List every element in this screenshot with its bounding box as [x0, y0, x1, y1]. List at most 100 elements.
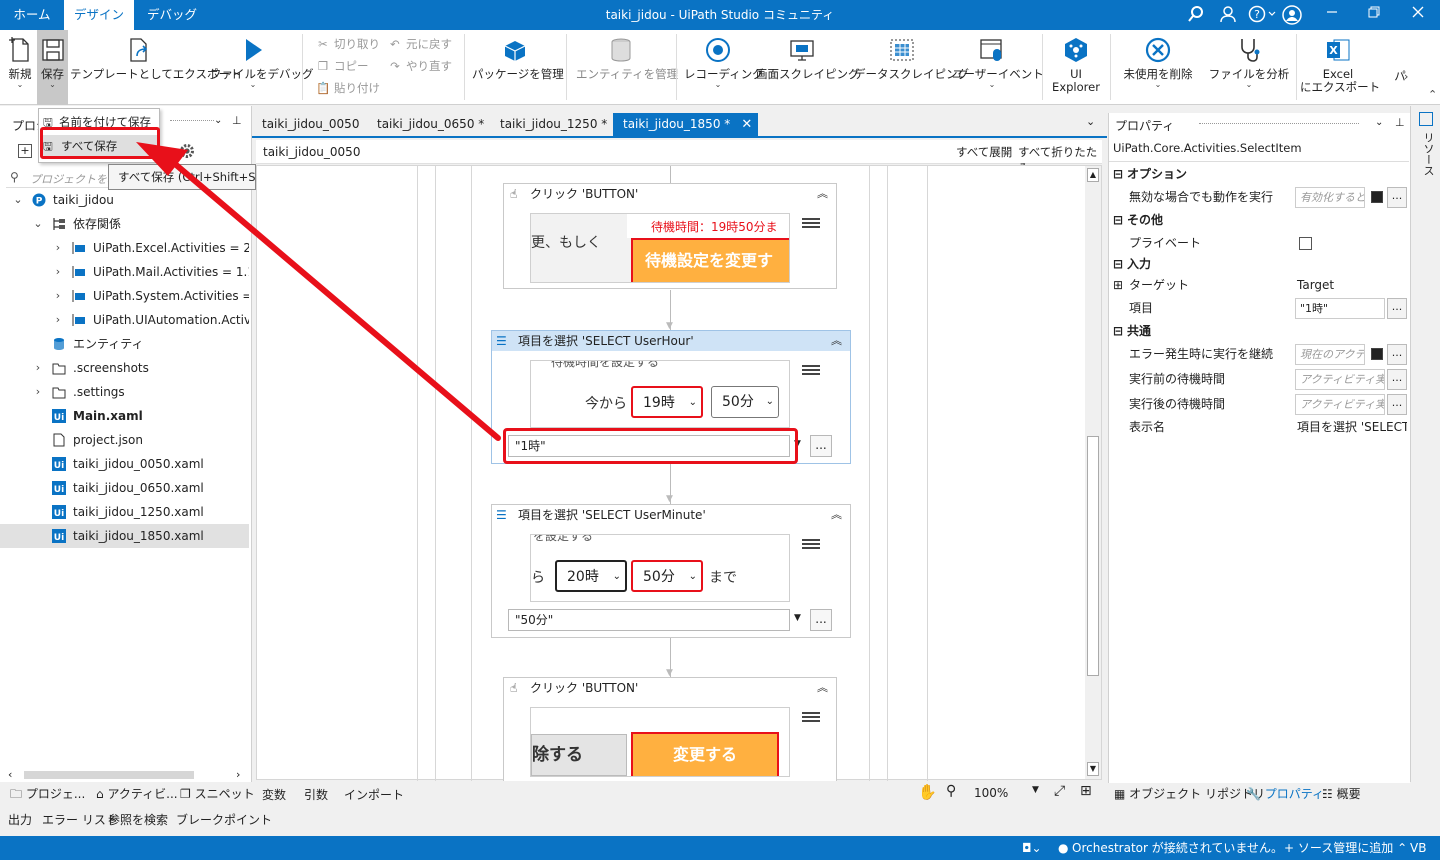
- tab-snippets[interactable]: ❐ スニペット: [180, 784, 255, 804]
- tree-item-folder[interactable]: › .screenshots: [0, 356, 249, 380]
- scroll-right-icon[interactable]: ›: [236, 768, 240, 781]
- ribbon-collapse-icon[interactable]: ⌃: [1428, 88, 1437, 101]
- tab-breakpoints[interactable]: ブレークポイント: [176, 810, 272, 830]
- chevron-right-icon[interactable]: ›: [32, 380, 44, 404]
- close-icon[interactable]: [1408, 5, 1428, 25]
- collapse-box-icon[interactable]: ⊟: [1113, 209, 1123, 232]
- tab-object-repository[interactable]: ▦ オブジェクト リポジトリ: [1114, 784, 1265, 804]
- doc-tab-0650[interactable]: taiki_jidou_0650 *: [367, 113, 494, 136]
- tab-debug[interactable]: デバッグ: [138, 0, 206, 30]
- tree-item-folder[interactable]: › .settings: [0, 380, 249, 404]
- copy-button[interactable]: ❐ コピー: [316, 57, 369, 75]
- collapse-icon[interactable]: ︽: [817, 184, 828, 204]
- tree-item-project[interactable]: ⌄ P taiki_jidou: [0, 188, 249, 212]
- scroll-up-icon[interactable]: ▲: [1087, 168, 1099, 182]
- prop-delay-before-input[interactable]: アクティビティ実行: [1295, 369, 1385, 390]
- more-ribbon-button[interactable]: パ: [1388, 30, 1412, 105]
- prop-continue-invalid-input[interactable]: 有効化すると: [1295, 187, 1365, 208]
- tab-activities[interactable]: ⌂ アクティビ...: [96, 784, 178, 804]
- collapse-icon[interactable]: ︽: [817, 678, 828, 698]
- zoom-level[interactable]: 100%: [974, 786, 1008, 800]
- menu-icon[interactable]: [802, 216, 820, 230]
- breadcrumb[interactable]: taiki_jidou_0050: [263, 145, 360, 159]
- scroll-left-icon[interactable]: ‹: [8, 768, 12, 781]
- bool-square-icon[interactable]: [1371, 348, 1383, 360]
- tree-item-xaml-file[interactable]: Ui taiki_jidou_1250.xaml: [0, 500, 249, 524]
- data-scraping-button[interactable]: データスクレイピング: [854, 30, 969, 105]
- arguments-tab[interactable]: 引数: [304, 786, 328, 803]
- analyze-file-button[interactable]: ファイルを分析 ⌄: [1208, 30, 1290, 105]
- tree-item-dependency[interactable]: › UiPath.Excel.Activities = 2.10.4: [0, 236, 249, 260]
- tab-home[interactable]: ホーム: [0, 0, 64, 30]
- chevron-right-icon[interactable]: ›: [52, 236, 64, 260]
- menu-icon[interactable]: [802, 710, 820, 724]
- dropdown-arrow-icon[interactable]: ▼: [794, 613, 801, 623]
- browse-button[interactable]: ...: [810, 609, 832, 631]
- chevron-right-icon[interactable]: ›: [52, 284, 64, 308]
- horizontal-scrollbar[interactable]: [24, 771, 194, 779]
- cut-button[interactable]: ✂ 切り取り: [316, 35, 380, 53]
- activity-click-button-2[interactable]: ☝ クリック 'BUTTON' ︽ 除する 変更する: [503, 677, 837, 781]
- expand-all-icon[interactable]: +: [18, 144, 32, 158]
- section-options[interactable]: ⊟ オプション: [1109, 163, 1409, 186]
- debug-file-button[interactable]: ファイルをデバッグ ⌄: [210, 30, 314, 105]
- chevron-down-icon[interactable]: ⌄: [12, 188, 24, 212]
- recording-button[interactable]: レコーディング ⌄: [684, 30, 764, 105]
- ribbon-scroll-right-icon[interactable]: ›: [1404, 70, 1408, 83]
- tree-item-entities[interactable]: エンティティ: [0, 332, 249, 356]
- zoom-icon[interactable]: ⚲: [946, 783, 956, 799]
- tree-item-xaml-file[interactable]: Ui taiki_jidou_0650.xaml: [0, 476, 249, 500]
- user-events-button[interactable]: ユーザーイベント ⌄: [952, 30, 1044, 105]
- excel-export-button[interactable]: X Excel にエクスポート: [1300, 30, 1380, 105]
- tree-item-dependencies[interactable]: ⌄ 依存関係: [0, 212, 249, 236]
- tree-item-dependency[interactable]: › UiPath.System.Activities = 21.4: [0, 284, 249, 308]
- tab-find-references[interactable]: 参照を検索: [108, 810, 168, 830]
- add-source-control[interactable]: + ソース管理に追加 ⌃: [1284, 836, 1407, 860]
- tree-item-dependency[interactable]: › UiPath.Mail.Activities = 1.10.4: [0, 260, 249, 284]
- collapse-icon[interactable]: ︽: [831, 505, 842, 525]
- imports-tab[interactable]: インポート: [344, 786, 404, 803]
- resources-icon[interactable]: [1419, 112, 1433, 126]
- menu-icon[interactable]: [802, 537, 820, 551]
- designer-canvas[interactable]: ☝ クリック 'BUTTON' ︽ 待機時間：19時50分ま 更、もしく 待機設…: [256, 165, 1102, 781]
- collapse-icon[interactable]: ︽: [831, 331, 842, 351]
- prop-delay-after-input[interactable]: アクティビティ実行: [1295, 394, 1385, 415]
- doc-tab-1850[interactable]: taiki_jidou_1850 * ✕: [613, 113, 759, 136]
- menu-icon[interactable]: [802, 363, 820, 377]
- pin-icon[interactable]: ⊥: [232, 114, 242, 127]
- notification-icon[interactable]: ◘⌄: [1022, 836, 1042, 860]
- chevron-right-icon[interactable]: ›: [52, 308, 64, 332]
- tabs-dropdown-icon[interactable]: ⌄: [1086, 115, 1095, 128]
- panel-menu-icon[interactable]: ⌄: [1375, 117, 1383, 128]
- tree-item-dependency[interactable]: › UiPath.UIAutomation.Activities: [0, 308, 249, 332]
- fit-screen-icon[interactable]: ⤢: [1054, 783, 1065, 799]
- remove-unused-button[interactable]: 未使用を削除 ⌄: [1118, 30, 1198, 105]
- new-button[interactable]: 新規 ⌄: [4, 30, 36, 105]
- browse-button[interactable]: ...: [1387, 394, 1407, 415]
- tab-design[interactable]: デザイン: [64, 0, 134, 30]
- restore-icon[interactable]: [1364, 5, 1384, 25]
- tree-item-main-xaml[interactable]: Ui Main.xaml: [0, 404, 249, 428]
- orchestrator-status[interactable]: Orchestrator が接続されていません。: [1072, 836, 1283, 860]
- expand-all-link[interactable]: すべて展開: [956, 144, 1012, 160]
- bool-square-icon[interactable]: [1371, 191, 1383, 203]
- browse-button[interactable]: ...: [1387, 298, 1407, 319]
- manage-entities-button[interactable]: エンティティを管理: [576, 30, 678, 105]
- browse-button[interactable]: ...: [810, 435, 832, 457]
- browse-button[interactable]: ...: [1387, 187, 1407, 208]
- private-checkbox[interactable]: [1299, 237, 1312, 250]
- browse-button[interactable]: ...: [1387, 344, 1407, 365]
- help-icon[interactable]: ?: [1248, 5, 1276, 25]
- section-common[interactable]: ⊟ 共通: [1109, 320, 1409, 343]
- settings-gear-icon[interactable]: [178, 142, 196, 163]
- export-template-button[interactable]: テンプレートとしてエクスポート: [70, 30, 241, 105]
- doc-tab-1250[interactable]: taiki_jidou_1250 *: [490, 113, 617, 136]
- section-input[interactable]: ⊟ 入力: [1109, 253, 1409, 276]
- redo-button[interactable]: ↷ やり直す: [388, 57, 452, 75]
- pin-icon[interactable]: ⊥: [1395, 116, 1405, 129]
- tab-outline[interactable]: ☷ 概要: [1322, 784, 1361, 804]
- scroll-down-icon[interactable]: ▼: [1087, 762, 1099, 776]
- section-misc[interactable]: ⊟ その他: [1109, 209, 1409, 232]
- zoom-dropdown-icon[interactable]: ▼: [1032, 785, 1039, 795]
- save-button[interactable]: 保存 ⌄: [37, 30, 68, 105]
